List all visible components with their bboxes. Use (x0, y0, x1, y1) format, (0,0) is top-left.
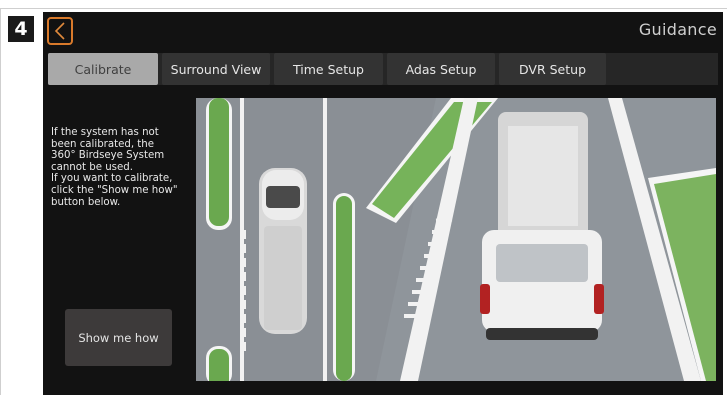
tab-time-setup[interactable]: Time Setup (274, 53, 383, 85)
tab-dvr-setup[interactable]: DVR Setup (499, 53, 606, 85)
tab-adas-setup[interactable]: Adas Setup (387, 53, 495, 85)
info-line: been calibrated, the (51, 138, 155, 150)
calibration-info-text: If the system has not been calibrated, t… (51, 127, 191, 208)
info-line: If you want to calibrate, (51, 173, 173, 185)
road-scene-graphic (196, 98, 716, 381)
tab-surround-view[interactable]: Surround View (162, 53, 270, 85)
info-line: cannot be used. (51, 161, 133, 173)
back-button[interactable] (47, 17, 73, 45)
info-line: 360° Birdseye System (51, 150, 165, 162)
step-number-badge: 4 (8, 16, 34, 42)
frame-border-left (0, 8, 1, 395)
chevron-left-icon (54, 22, 65, 40)
tab-bar: Calibrate Surround View Time Setup Adas … (48, 53, 606, 85)
info-line: If the system has not (51, 127, 159, 138)
screen-title: Guidance (638, 20, 717, 39)
road-illustration (196, 98, 716, 381)
small-van (259, 168, 307, 334)
infotainment-screen: Guidance Calibrate Surround View Time Se… (43, 12, 723, 395)
large-van (480, 112, 604, 340)
info-line: click the "Show me how" (51, 184, 178, 196)
show-me-how-button[interactable]: Show me how (65, 309, 172, 366)
tab-calibrate[interactable]: Calibrate (48, 53, 158, 85)
info-line: button below. (51, 196, 121, 208)
frame-border-top (0, 8, 727, 9)
